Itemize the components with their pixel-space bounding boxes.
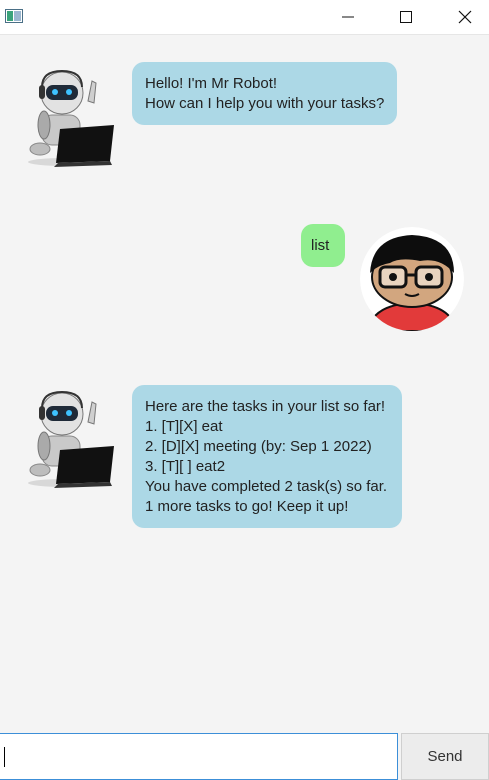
maximize-button[interactable] bbox=[383, 0, 429, 34]
message-line: How can I help you with your tasks? bbox=[145, 95, 385, 112]
message-line: 3. [T][ ] eat2 bbox=[145, 458, 226, 475]
robot-icon bbox=[28, 69, 114, 167]
user-avatar-icon bbox=[360, 227, 464, 331]
close-icon bbox=[458, 10, 472, 24]
user-avatar-drawing bbox=[360, 227, 464, 331]
message-line: list bbox=[311, 237, 330, 254]
bot-message-bubble: Here are the tasks in your list so far! … bbox=[132, 385, 402, 528]
minimize-button[interactable] bbox=[325, 0, 371, 34]
message-line: 1 more tasks to go! Keep it up! bbox=[145, 498, 349, 515]
robot-icon bbox=[28, 390, 114, 488]
chat-area[interactable]: Hello! I'm Mr Robot! How can I help you … bbox=[0, 35, 489, 732]
message-line: Here are the tasks in your list so far! bbox=[145, 398, 386, 415]
message-line: 2. [D][X] meeting (by: Sep 1 2022) bbox=[145, 438, 372, 455]
java-app-icon bbox=[5, 9, 23, 23]
title-bar bbox=[0, 0, 489, 35]
message-line: You have completed 2 task(s) so far. bbox=[145, 478, 388, 495]
text-caret bbox=[4, 747, 5, 767]
close-button[interactable] bbox=[442, 0, 488, 34]
input-bar: Send bbox=[0, 732, 489, 780]
message-line: 1. [T][X] eat bbox=[145, 418, 223, 435]
message-input[interactable] bbox=[0, 733, 398, 780]
message-line: Hello! I'm Mr Robot! bbox=[145, 75, 278, 92]
send-button[interactable]: Send bbox=[401, 733, 489, 780]
minimize-icon bbox=[342, 16, 354, 18]
maximize-icon bbox=[400, 11, 412, 23]
user-message-bubble: list bbox=[301, 224, 345, 267]
bot-message-bubble: Hello! I'm Mr Robot! How can I help you … bbox=[132, 62, 397, 125]
